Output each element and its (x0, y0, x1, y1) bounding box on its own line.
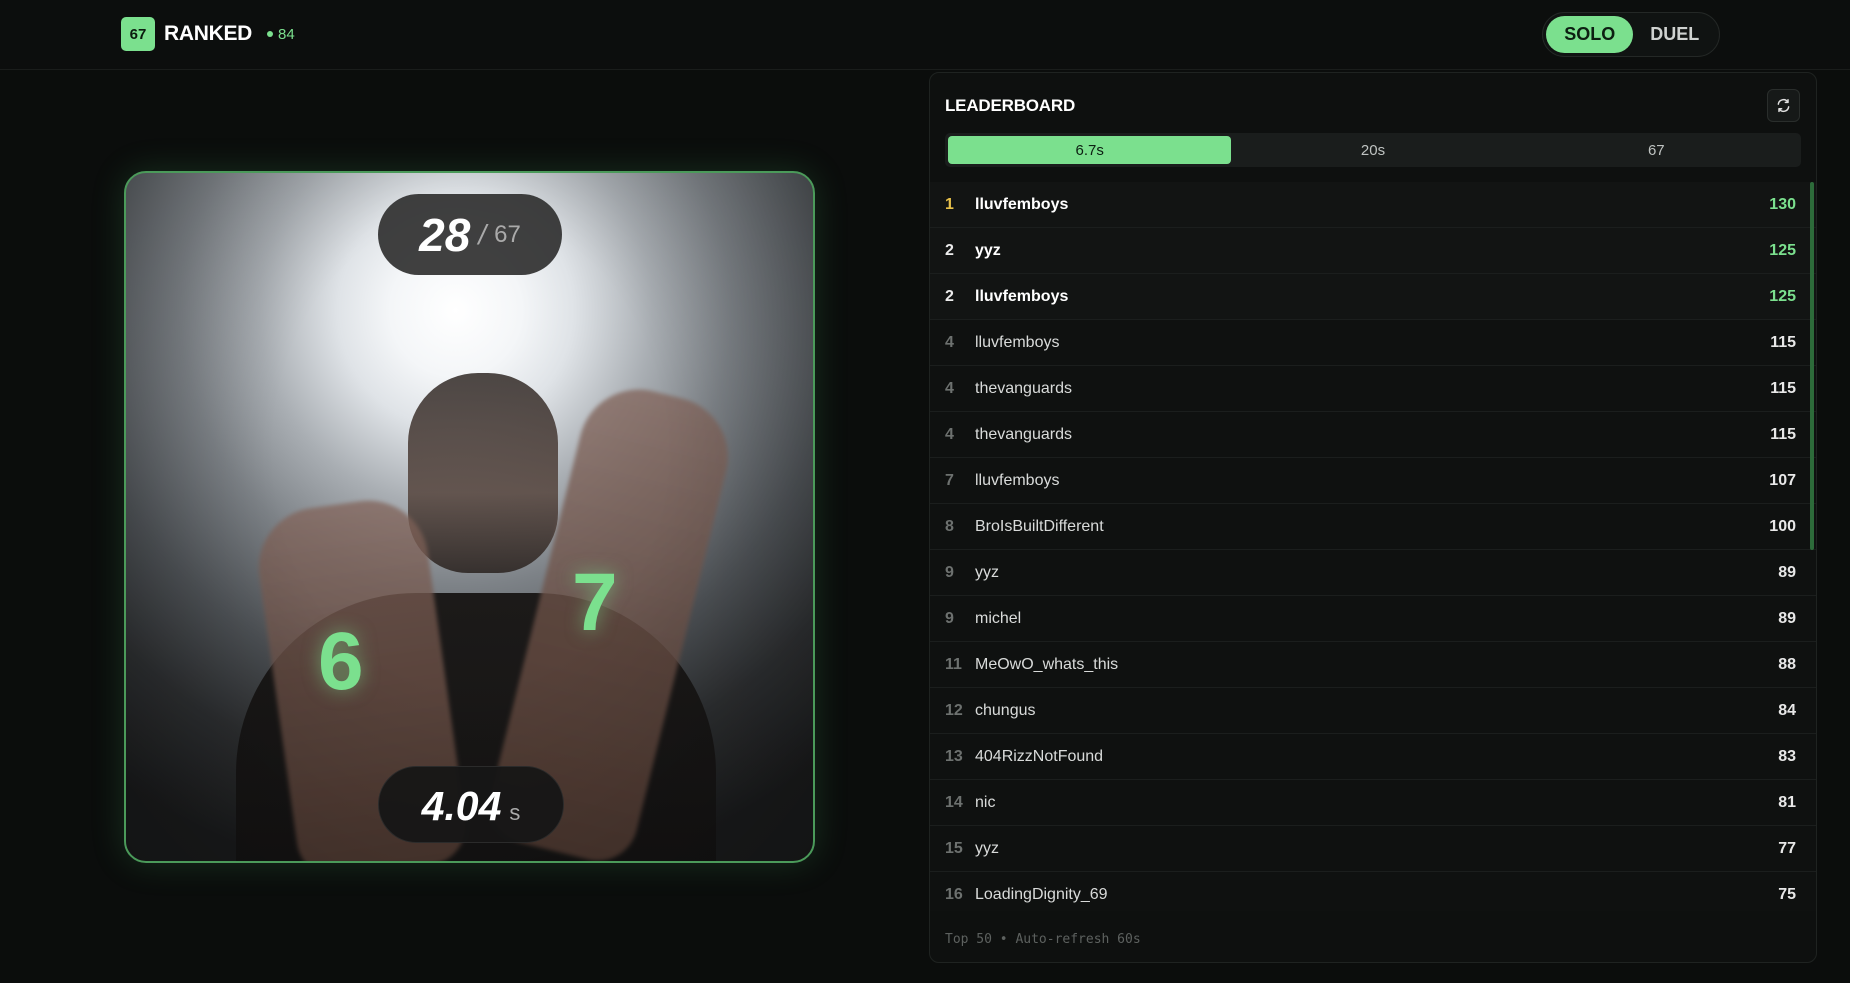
leaderboard-row[interactable]: 9 michel 89 (930, 596, 1816, 642)
row-score: 130 (1769, 195, 1796, 213)
leaderboard-tabs: 6.7s 20s 67 (945, 133, 1801, 167)
row-score: 84 (1778, 701, 1796, 719)
leaderboard-row[interactable]: 2 lluvfemboys 125 (930, 274, 1816, 320)
online-dot-icon (267, 31, 274, 37)
leaderboard-row[interactable]: 15 yyz 77 (930, 826, 1816, 872)
leaderboard-row[interactable]: 4 thevanguards 115 (930, 412, 1816, 458)
right-hand-digit: 7 (572, 557, 618, 648)
rep-count-current: 28 (419, 208, 471, 261)
logo-badge: 67 (121, 17, 155, 51)
online-count: 84 (278, 25, 295, 43)
leaderboard-row[interactable]: 4 thevanguards 115 (930, 366, 1816, 412)
timer-unit: s (509, 800, 521, 825)
leaderboard-row[interactable]: 16 LoadingDignity_69 75 (930, 872, 1816, 911)
row-score: 107 (1769, 471, 1796, 489)
timer-value: 4.04 (421, 783, 502, 829)
row-name: nic (975, 793, 996, 811)
mode-toggle: SOLO DUEL (1542, 12, 1720, 57)
row-name: lluvfemboys (975, 195, 1069, 213)
row-name: michel (975, 609, 1022, 627)
row-name: yyz (975, 241, 1001, 259)
leaderboard-row[interactable]: 8 BroIsBuiltDifferent 100 (930, 504, 1816, 550)
mode-solo-button[interactable]: SOLO (1546, 16, 1634, 53)
rep-count-target: 67 (494, 220, 521, 248)
online-indicator: 84 (267, 26, 295, 43)
row-rank: 12 (945, 701, 963, 719)
tab-67[interactable]: 67 (1515, 136, 1798, 164)
row-rank: 4 (945, 379, 954, 397)
leaderboard-row[interactable]: 9 yyz 89 (930, 550, 1816, 596)
camera-feed: 6 7 28 / 67 4.04 s (124, 171, 815, 863)
row-score: 115 (1770, 425, 1796, 443)
row-score: 115 (1770, 379, 1796, 397)
row-rank: 2 (945, 287, 954, 305)
row-score: 81 (1778, 793, 1796, 811)
leaderboard-scrollbar[interactable] (1810, 182, 1814, 550)
leaderboard-row[interactable]: 4 lluvfemboys 115 (930, 320, 1816, 366)
row-name: 404RizzNotFound (975, 747, 1104, 765)
row-name: chungus (975, 701, 1036, 719)
row-score: 100 (1769, 517, 1796, 535)
leaderboard-row[interactable]: 2 yyz 125 (930, 228, 1816, 274)
row-rank: 2 (945, 241, 954, 259)
row-rank: 8 (945, 517, 954, 535)
row-name: LoadingDignity_69 (975, 885, 1108, 903)
leaderboard-row[interactable]: 14 nic 81 (930, 780, 1816, 826)
row-name: lluvfemboys (975, 471, 1060, 489)
row-score: 83 (1778, 747, 1796, 765)
row-rank: 16 (945, 885, 963, 903)
leaderboard-title: LEADERBOARD (945, 96, 1076, 115)
leaderboard-list[interactable]: 1 lluvfemboys 130 2 yyz 125 2 lluvfemboy… (930, 182, 1816, 911)
left-hand-digit: 6 (318, 616, 364, 707)
leaderboard-row[interactable]: 11 MeOwO_whats_this 88 (930, 642, 1816, 688)
row-rank: 9 (945, 609, 954, 627)
refresh-icon (1777, 98, 1790, 113)
row-score: 115 (1770, 333, 1796, 351)
row-rank: 4 (945, 425, 954, 443)
tab-6-7s[interactable]: 6.7s (948, 136, 1232, 164)
tab-20s[interactable]: 20s (1231, 136, 1514, 164)
row-score: 89 (1778, 563, 1796, 581)
row-rank: 7 (945, 471, 954, 489)
row-score: 125 (1769, 241, 1796, 259)
row-score: 75 (1778, 885, 1796, 903)
timer: 4.04 s (378, 766, 564, 843)
row-name: thevanguards (975, 425, 1072, 443)
row-name: lluvfemboys (975, 287, 1069, 305)
row-name: lluvfemboys (975, 333, 1060, 351)
row-score: 89 (1778, 609, 1796, 627)
row-rank: 9 (945, 563, 954, 581)
camera-vignette (126, 173, 813, 861)
row-rank: 13 (945, 747, 963, 765)
row-name: MeOwO_whats_this (975, 655, 1119, 673)
row-rank: 1 (945, 195, 954, 213)
top-bar: 67 RANKED 84 SOLO DUEL (0, 0, 1850, 70)
row-name: thevanguards (975, 379, 1072, 397)
app-title: RANKED (164, 22, 253, 45)
rep-counter: 28 / 67 (378, 194, 562, 275)
row-name: BroIsBuiltDifferent (975, 517, 1104, 535)
mode-duel-button[interactable]: DUEL (1633, 16, 1716, 53)
row-score: 88 (1778, 655, 1796, 673)
row-name: yyz (975, 563, 999, 581)
leaderboard-row[interactable]: 7 lluvfemboys 107 (930, 458, 1816, 504)
row-rank: 15 (945, 839, 963, 857)
row-rank: 4 (945, 333, 954, 351)
row-name: yyz (975, 839, 999, 857)
leaderboard-row[interactable]: 1 lluvfemboys 130 (930, 182, 1816, 228)
leaderboard-row[interactable]: 12 chungus 84 (930, 688, 1816, 734)
row-rank: 14 (945, 793, 963, 811)
brand: 67 RANKED 84 (121, 17, 295, 51)
row-score: 77 (1778, 839, 1796, 857)
row-score: 125 (1769, 287, 1796, 305)
leaderboard-panel: LEADERBOARD 6.7s 20s 67 1 lluvfemboys 13… (929, 72, 1817, 963)
leaderboard-row[interactable]: 13 404RizzNotFound 83 (930, 734, 1816, 780)
leaderboard-footer: Top 50 • Auto-refresh 60s (945, 932, 1141, 947)
row-rank: 11 (945, 655, 962, 673)
refresh-button[interactable] (1767, 89, 1800, 122)
rep-count-separator: / (478, 218, 487, 250)
